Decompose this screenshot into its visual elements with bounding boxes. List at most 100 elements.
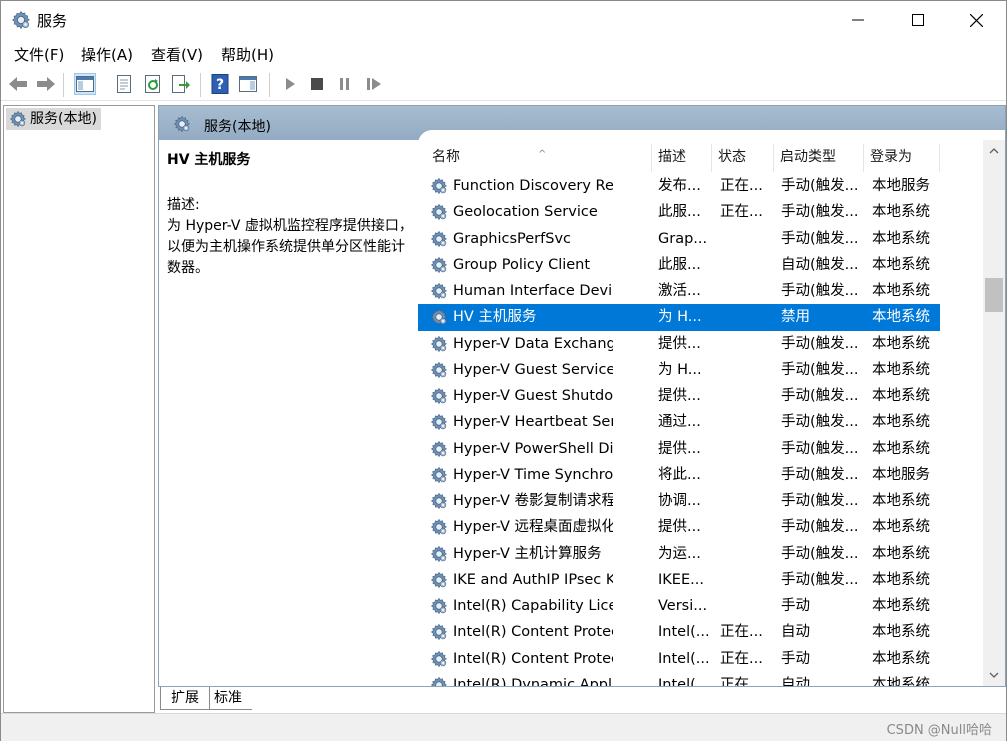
scrollbar-thumb[interactable] bbox=[985, 278, 1003, 312]
scroll-up-button[interactable] bbox=[983, 140, 1005, 162]
service-gear-icon bbox=[430, 571, 448, 589]
service-description: 此服... bbox=[658, 256, 701, 273]
service-logon-as: 本地系统 bbox=[872, 493, 930, 509]
service-startup-type: 手动(触发... bbox=[781, 204, 859, 221]
service-name: Hyper-V Time Synchroniza... bbox=[453, 466, 613, 483]
service-startup-type: 手动(触发... bbox=[781, 519, 859, 536]
service-name: Hyper-V 卷影复制请求程序 bbox=[453, 493, 613, 509]
start-service-button[interactable] bbox=[279, 73, 301, 95]
service-gear-icon bbox=[430, 282, 448, 300]
service-row[interactable]: Human Interface Device S... 激活... 手动(触发...… bbox=[418, 278, 940, 304]
column-header-label: 名称 bbox=[432, 149, 460, 165]
scroll-down-button[interactable] bbox=[983, 664, 1005, 686]
service-name: Intel(R) Content Protection... bbox=[453, 624, 613, 641]
service-row[interactable]: IKE and AuthIP IPsec Keyin... IKEE... 手动(触… bbox=[418, 567, 940, 593]
description-label: 描述: bbox=[167, 197, 200, 213]
help-button[interactable]: ? bbox=[209, 73, 231, 95]
service-row[interactable]: Group Policy Client 此服... 自动(触发... 本地系统 bbox=[418, 252, 940, 278]
show-hide-tree-button[interactable] bbox=[74, 73, 96, 95]
service-gear-icon bbox=[430, 676, 448, 686]
service-startup-type: 手动 bbox=[781, 598, 810, 614]
service-logon-as: 本地系统 bbox=[872, 361, 930, 378]
menu-help[interactable]: 帮助(H) bbox=[221, 44, 274, 65]
column-header-startup-type[interactable]: 启动类型 bbox=[774, 144, 864, 172]
refresh-button[interactable] bbox=[142, 73, 164, 95]
service-description: 提供... bbox=[658, 440, 701, 457]
service-status bbox=[720, 357, 772, 383]
stop-service-button[interactable] bbox=[306, 73, 328, 95]
service-description: 此服... bbox=[658, 204, 701, 221]
service-row[interactable]: Hyper-V Heartbeat Service 通过... 手动(触发... 本地… bbox=[418, 409, 940, 435]
service-row[interactable]: Intel(R) Content Protection... Intel(... 正… bbox=[418, 646, 940, 672]
close-button[interactable] bbox=[947, 1, 1005, 39]
service-gear-icon bbox=[430, 203, 448, 221]
minimize-button[interactable] bbox=[829, 1, 887, 39]
service-logon-as: 本地系统 bbox=[872, 335, 930, 352]
service-description: 提供... bbox=[658, 335, 701, 352]
export-list-button[interactable] bbox=[170, 73, 192, 95]
service-description: Versi... bbox=[658, 598, 708, 614]
refresh-icon bbox=[145, 75, 160, 93]
service-name: Intel(R) Content Protection... bbox=[453, 650, 613, 667]
tab-extended[interactable]: 扩展 bbox=[160, 687, 210, 710]
service-row[interactable]: HV 主机服务 为 H... 禁用 本地系统 bbox=[418, 304, 940, 331]
service-description: Intel(... bbox=[658, 624, 708, 641]
service-status bbox=[720, 226, 772, 252]
service-name: Intel(R) Dynamic Applicati... bbox=[453, 676, 613, 686]
service-gear-icon bbox=[430, 597, 448, 615]
show-action-pane-button[interactable] bbox=[237, 73, 259, 95]
service-gear-icon bbox=[430, 650, 448, 668]
service-gear-icon bbox=[430, 361, 448, 379]
service-row[interactable]: GraphicsPerfSvc Grap... 手动(触发... 本地系统 bbox=[418, 226, 940, 252]
menu-action[interactable]: 操作(A) bbox=[81, 44, 133, 65]
service-row[interactable]: Function Discovery Resour... 发布... 正在... 手动… bbox=[418, 173, 940, 199]
selected-service-title: HV 主机服务 bbox=[167, 152, 251, 168]
tree-node-services-local[interactable]: 服务(本地) bbox=[6, 108, 101, 130]
watermark-text: CSDN @Null哈哈 bbox=[886, 723, 992, 738]
column-header-description[interactable]: 描述 bbox=[652, 144, 712, 172]
service-description: Intel(... bbox=[658, 650, 708, 667]
service-name: HV 主机服务 bbox=[453, 309, 537, 326]
service-description: IKEE... bbox=[658, 571, 704, 588]
menu-view[interactable]: 查看(V) bbox=[151, 44, 203, 65]
menu-file[interactable]: 文件(F) bbox=[14, 44, 64, 65]
service-startup-type: 手动(触发... bbox=[781, 283, 859, 299]
action-pane-icon bbox=[239, 76, 257, 92]
menu-bar: 文件(F) 操作(A) 查看(V) 帮助(H) bbox=[1, 41, 1006, 67]
column-header-status[interactable]: 状态 bbox=[712, 144, 774, 172]
back-button[interactable] bbox=[7, 73, 29, 95]
service-name: Group Policy Client bbox=[453, 256, 591, 273]
service-status: 正在... bbox=[720, 624, 763, 641]
column-header-name[interactable]: 名称 ^ bbox=[426, 144, 652, 172]
close-icon bbox=[969, 13, 983, 27]
properties-button[interactable] bbox=[113, 73, 135, 95]
service-row[interactable]: Intel(R) Capability Licensin... Versi... 手… bbox=[418, 593, 940, 619]
service-row[interactable]: Hyper-V Guest Service Int... 为 H... 手动(触发.… bbox=[418, 357, 940, 383]
service-name: Geolocation Service bbox=[453, 204, 598, 221]
service-row[interactable]: Hyper-V Data Exchange Se... 提供... 手动(触发...… bbox=[418, 331, 940, 357]
service-gear-icon bbox=[430, 518, 448, 536]
restart-service-button[interactable] bbox=[363, 73, 385, 95]
service-startup-type: 手动(触发... bbox=[781, 178, 859, 194]
service-row[interactable]: Intel(R) Dynamic Applicati... Intel(... 正在… bbox=[418, 672, 940, 686]
forward-button[interactable] bbox=[35, 73, 57, 95]
service-row[interactable]: Hyper-V 主机计算服务 为运... 手动(触发... 本地系统 bbox=[418, 541, 940, 567]
service-logon-as: 本地系统 bbox=[872, 624, 930, 641]
maximize-button[interactable] bbox=[889, 1, 947, 39]
service-row[interactable]: Hyper-V Time Synchroniza... 将此... 手动(触发...… bbox=[418, 462, 940, 488]
services-gear-icon bbox=[173, 115, 191, 133]
service-row[interactable]: Hyper-V Guest Shutdown ... 提供... 手动(触发... 本… bbox=[418, 383, 940, 409]
play-icon bbox=[286, 78, 295, 90]
tab-standard[interactable]: 标准 bbox=[204, 687, 252, 710]
service-row[interactable]: Hyper-V PowerShell Direct... 提供... 手动(触发..… bbox=[418, 436, 940, 462]
vertical-scrollbar[interactable] bbox=[983, 140, 1005, 686]
service-description: 提供... bbox=[658, 519, 701, 536]
description-text: 为 Hyper-V 虚拟机监控程序提供接口，以便为主机操作系统提供单分区性能计数… bbox=[167, 218, 413, 276]
service-row[interactable]: Intel(R) Content Protection... Intel(... 正… bbox=[418, 619, 940, 645]
pause-service-button[interactable] bbox=[334, 73, 356, 95]
service-row[interactable]: Hyper-V 远程桌面虚拟化服... 提供... 手动(触发... 本地系统 bbox=[418, 514, 940, 540]
service-row[interactable]: Geolocation Service 此服... 正在... 手动(触发... 本地系… bbox=[418, 199, 940, 225]
column-header-logon-as[interactable]: 登录为 bbox=[864, 144, 940, 172]
service-logon-as: 本地系统 bbox=[872, 676, 930, 686]
service-row[interactable]: Hyper-V 卷影复制请求程序 协调... 手动(触发... 本地系统 bbox=[418, 488, 940, 514]
